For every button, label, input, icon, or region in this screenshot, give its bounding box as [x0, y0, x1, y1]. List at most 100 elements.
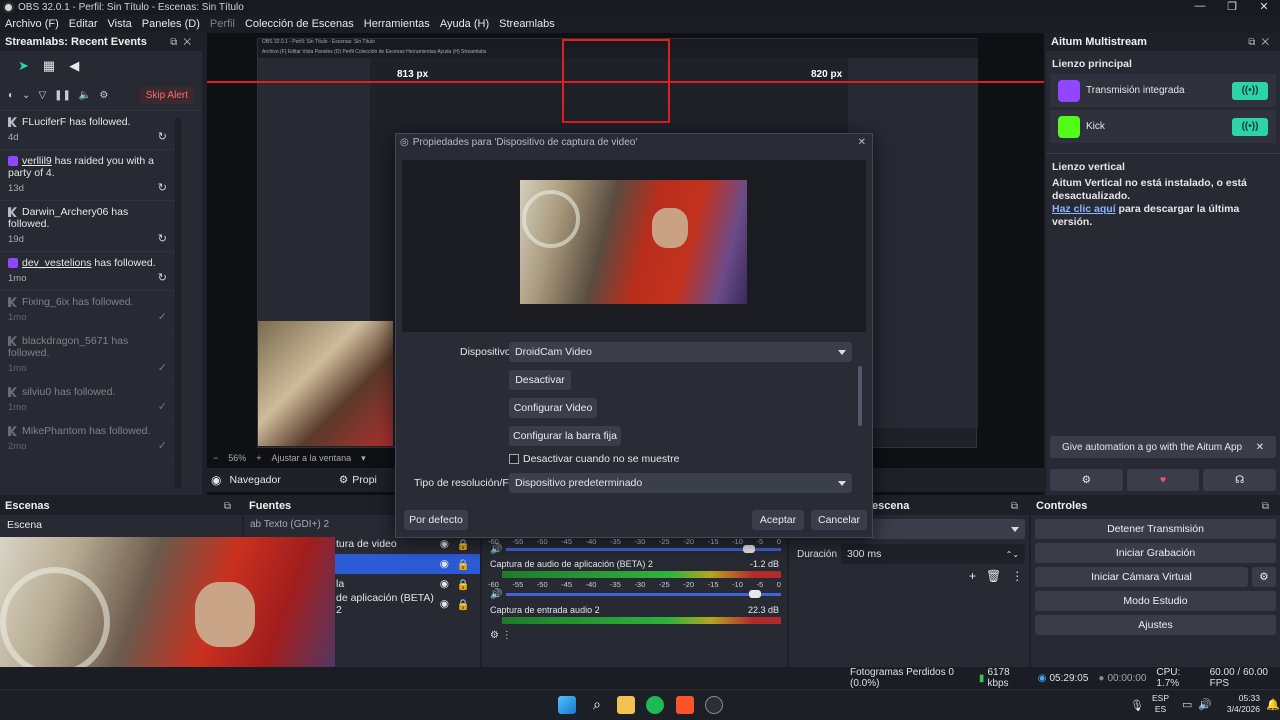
language-indicator[interactable]: ESP ES: [1152, 693, 1169, 715]
automation-banner[interactable]: Give automation a go with the Aitum App …: [1050, 436, 1276, 458]
send-icon[interactable]: ➤: [18, 58, 29, 74]
close-icon[interactable]: ✕: [1256, 442, 1264, 453]
volume-knob[interactable]: [743, 545, 755, 553]
clock[interactable]: 05:33 3/4/2026: [1218, 693, 1260, 715]
dock-controls-icon[interactable]: ⧉: [1011, 501, 1024, 512]
lock-icon[interactable]: 🔒: [457, 598, 470, 611]
dock-controls-icon[interactable]: ⧉: [1262, 501, 1275, 512]
eye-icon[interactable]: ◉: [440, 538, 449, 550]
replay-icon[interactable]: ↻: [158, 182, 167, 194]
event-user[interactable]: silviu0: [22, 386, 51, 398]
default-button[interactable]: Por defecto: [404, 510, 468, 530]
check-icon[interactable]: ✓: [158, 401, 167, 413]
dock-controls-icon[interactable]: ⧉✕: [170, 37, 197, 48]
deactivate-button[interactable]: Desactivar: [509, 370, 571, 390]
configure-video-button[interactable]: Configurar Video: [509, 398, 597, 418]
check-icon[interactable]: ✓: [158, 311, 167, 323]
search-icon[interactable]: ⌕: [588, 696, 606, 714]
volume-slider[interactable]: [506, 545, 781, 553]
volume-icon[interactable]: 🔊: [490, 589, 502, 600]
chevron-down-icon[interactable]: ⌄: [22, 90, 30, 101]
skip-alert-button[interactable]: Skip Alert: [139, 87, 194, 104]
settings-icon[interactable]: ⚙: [1050, 469, 1123, 491]
file-explorer-icon[interactable]: [617, 696, 635, 714]
cancel-button[interactable]: Cancelar: [811, 510, 867, 530]
scene-item[interactable]: Escena: [0, 515, 242, 535]
event-user[interactable]: blackdragon_5671: [22, 335, 108, 347]
settings-button[interactable]: Ajustes: [1035, 615, 1276, 635]
menu-ayuda[interactable]: Ayuda (H): [435, 18, 494, 30]
event-user[interactable]: MikePhantom: [22, 425, 86, 437]
eye-icon[interactable]: ◉: [440, 558, 449, 570]
device-select[interactable]: DroidCam Video: [509, 342, 852, 362]
fit-window[interactable]: Ajustar a la ventana: [272, 453, 352, 463]
replay-icon[interactable]: ↻: [158, 233, 167, 245]
event-user[interactable]: verllil9: [22, 155, 52, 167]
start-recording-button[interactable]: Iniciar Grabación: [1035, 543, 1276, 563]
menu-coleccion[interactable]: Colección de Escenas: [240, 18, 359, 30]
lock-icon[interactable]: 🔒: [457, 538, 470, 551]
navigator-icon[interactable]: ◉: [211, 473, 221, 487]
gear-icon[interactable]: ⚙: [1252, 567, 1276, 587]
shield-icon[interactable]: ◐: [8, 90, 14, 101]
zoom-out-icon[interactable]: −: [213, 453, 218, 463]
obs-taskbar-icon[interactable]: [705, 696, 723, 714]
dock-controls-icon[interactable]: ⧉: [224, 501, 237, 512]
resolution-select[interactable]: Dispositivo predeterminado: [509, 473, 852, 493]
gift-icon[interactable]: ▦: [43, 58, 55, 74]
pause-icon[interactable]: ❚❚: [54, 90, 71, 101]
replay-icon[interactable]: ↻: [158, 272, 167, 284]
duration-input[interactable]: 300 ms ⌃⌄: [841, 544, 1025, 564]
check-icon[interactable]: ✓: [158, 362, 167, 374]
mixer-settings-icon[interactable]: ⚙: [490, 630, 499, 641]
microphone-icon[interactable]: 🎙: [1130, 699, 1144, 712]
speaker-icon[interactable]: 🔊: [1198, 698, 1212, 711]
menu-herramientas[interactable]: Herramientas: [359, 18, 435, 30]
volume-icon[interactable]: 🔈: [79, 90, 91, 101]
dialog-scrollbar[interactable]: [858, 366, 862, 426]
accept-button[interactable]: Aceptar: [752, 510, 804, 530]
spotify-icon[interactable]: [646, 696, 664, 714]
transition-select[interactable]: [869, 519, 1025, 539]
zoom-in-icon[interactable]: +: [256, 453, 261, 463]
gear-icon[interactable]: ⚙: [99, 90, 108, 101]
studio-mode-button[interactable]: Modo Estudio: [1035, 591, 1276, 611]
replay-icon[interactable]: ↻: [158, 131, 167, 143]
close-button[interactable]: ✕: [1248, 0, 1280, 13]
menu-streamlabs[interactable]: Streamlabs: [494, 18, 560, 30]
menu-archivo[interactable]: Archivo (F): [0, 18, 64, 30]
deactivate-hidden-checkbox[interactable]: [509, 454, 519, 464]
gear-icon[interactable]: ⚙: [339, 474, 348, 486]
selection-box[interactable]: [562, 39, 670, 123]
propiedades-tab[interactable]: Propi: [352, 474, 377, 486]
navegador-tab[interactable]: Navegador: [229, 474, 280, 486]
vertical-link[interactable]: Haz clic aquí: [1052, 203, 1116, 215]
discord-icon[interactable]: ☊: [1203, 469, 1277, 491]
configure-bar-button[interactable]: Configurar la barra fija: [509, 426, 621, 446]
filter-icon[interactable]: ▽: [38, 90, 46, 101]
volume-slider[interactable]: [506, 590, 781, 598]
event-user[interactable]: Darwin_Archery06: [22, 206, 108, 218]
event-user[interactable]: Fixing_6ix: [22, 296, 69, 308]
dock-controls-icon[interactable]: ⧉✕: [1248, 37, 1275, 48]
stream-toggle-button[interactable]: ((•)): [1232, 81, 1268, 100]
menu-perfil[interactable]: Perfil: [205, 18, 240, 30]
stop-stream-button[interactable]: Detener Transmisión: [1035, 519, 1276, 539]
megaphone-icon[interactable]: ◀: [69, 58, 79, 74]
maximize-button[interactable]: ❐: [1216, 0, 1248, 13]
heart-icon[interactable]: ♥: [1126, 469, 1200, 491]
notification-icon[interactable]: 🔔: [1266, 698, 1280, 711]
mixer-menu-icon[interactable]: ⋮: [502, 630, 512, 641]
fit-dropdown-icon[interactable]: ▾: [361, 453, 366, 464]
close-icon[interactable]: ✕: [858, 137, 866, 148]
lock-icon[interactable]: 🔒: [457, 558, 470, 571]
minimize-button[interactable]: —: [1184, 0, 1216, 13]
menu-paneles[interactable]: Paneles (D): [137, 18, 205, 30]
add-icon[interactable]: +: [969, 569, 976, 583]
event-user[interactable]: dev_vestelions: [22, 257, 91, 269]
stream-toggle-button[interactable]: ((•)): [1232, 117, 1268, 136]
events-scrollbar[interactable]: [175, 118, 181, 488]
eye-icon[interactable]: ◉: [440, 578, 449, 590]
network-icon[interactable]: ▭: [1182, 698, 1192, 711]
lock-icon[interactable]: 🔒: [457, 578, 470, 591]
